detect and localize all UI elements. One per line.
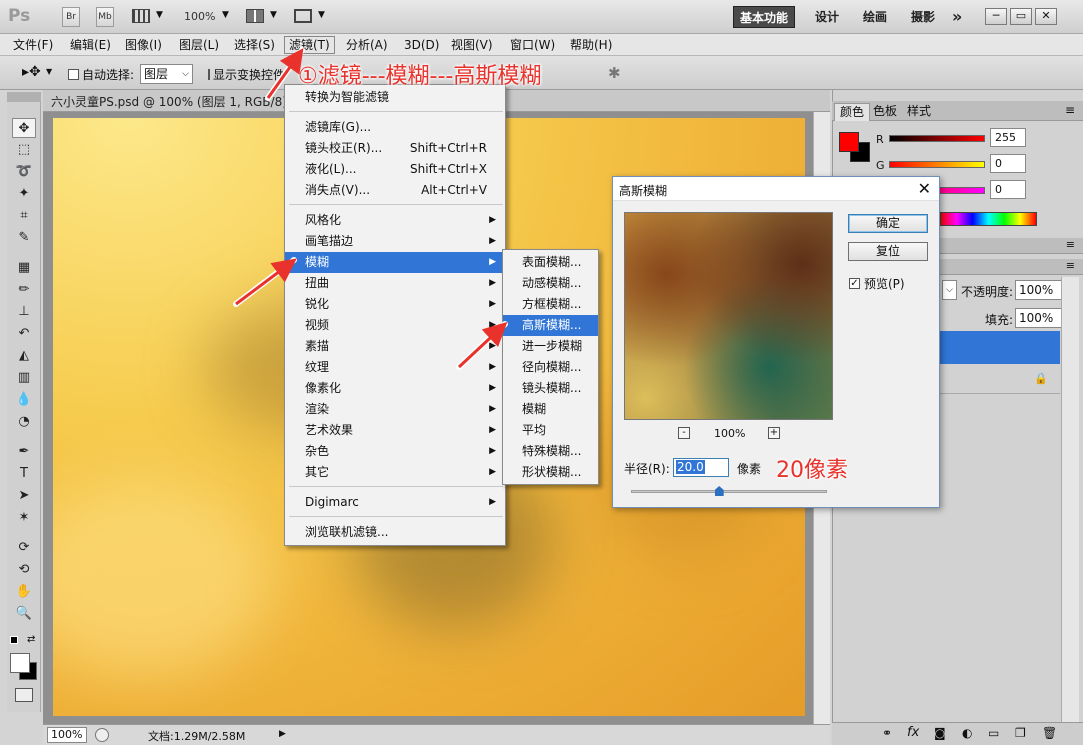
arrow-to-blur-item: [235, 258, 297, 306]
arrow-to-gaussian-blur: [457, 321, 508, 369]
annotation-arrows: [233, 47, 508, 370]
arrow-to-filter-menu: [266, 48, 304, 99]
